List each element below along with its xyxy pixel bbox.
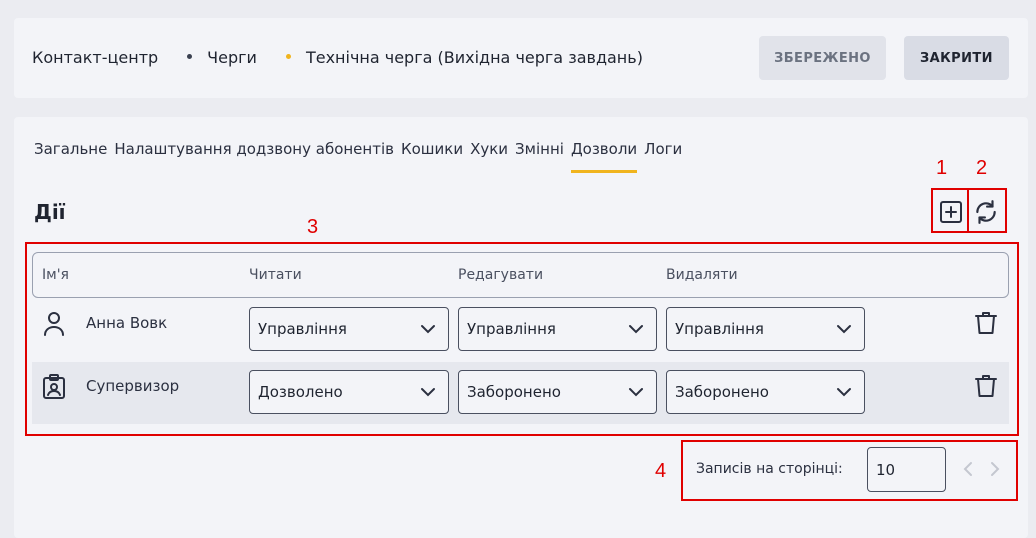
section-title: Дії xyxy=(34,200,66,224)
annotation-label: 2 xyxy=(976,157,988,179)
annotation-label: 4 xyxy=(655,460,667,482)
tab-permissions[interactable]: Дозволи xyxy=(570,140,638,173)
tab-general[interactable]: Загальне xyxy=(34,140,107,173)
breadcrumb-separator-active xyxy=(285,54,291,59)
tab-hooks[interactable]: Хуки xyxy=(470,140,508,173)
annotation-box-add xyxy=(931,188,969,233)
breadcrumb-separator xyxy=(187,54,193,59)
annotation-label: 1 xyxy=(936,157,948,179)
tab-dial-settings[interactable]: Налаштування додзвону абонентів xyxy=(114,140,394,173)
annotation-box-pagination xyxy=(681,440,1018,501)
saved-button[interactable]: ЗБЕРЕЖЕНО xyxy=(759,36,886,80)
breadcrumb-queues[interactable]: Черги xyxy=(207,48,257,67)
tab-bar: Загальне Налаштування додзвону абонентів… xyxy=(34,140,689,173)
tab-buckets[interactable]: Кошики xyxy=(401,140,463,173)
annotation-label: 3 xyxy=(307,216,319,238)
close-button[interactable]: ЗАКРИТИ xyxy=(904,36,1009,80)
breadcrumb-contact-center[interactable]: Контакт-центр xyxy=(32,48,158,67)
tab-variables[interactable]: Змінні xyxy=(515,140,564,173)
annotation-box-table xyxy=(25,242,1019,436)
header-bar: Контакт-центр Черги Технічна черга (Вихі… xyxy=(14,18,1028,98)
tab-logs[interactable]: Логи xyxy=(644,140,682,173)
annotation-box-refresh xyxy=(967,188,1007,233)
breadcrumb-current-queue: Технічна черга (Вихідна черга завдань) xyxy=(305,48,643,67)
breadcrumb: Контакт-центр Черги Технічна черга (Вихі… xyxy=(32,48,643,67)
